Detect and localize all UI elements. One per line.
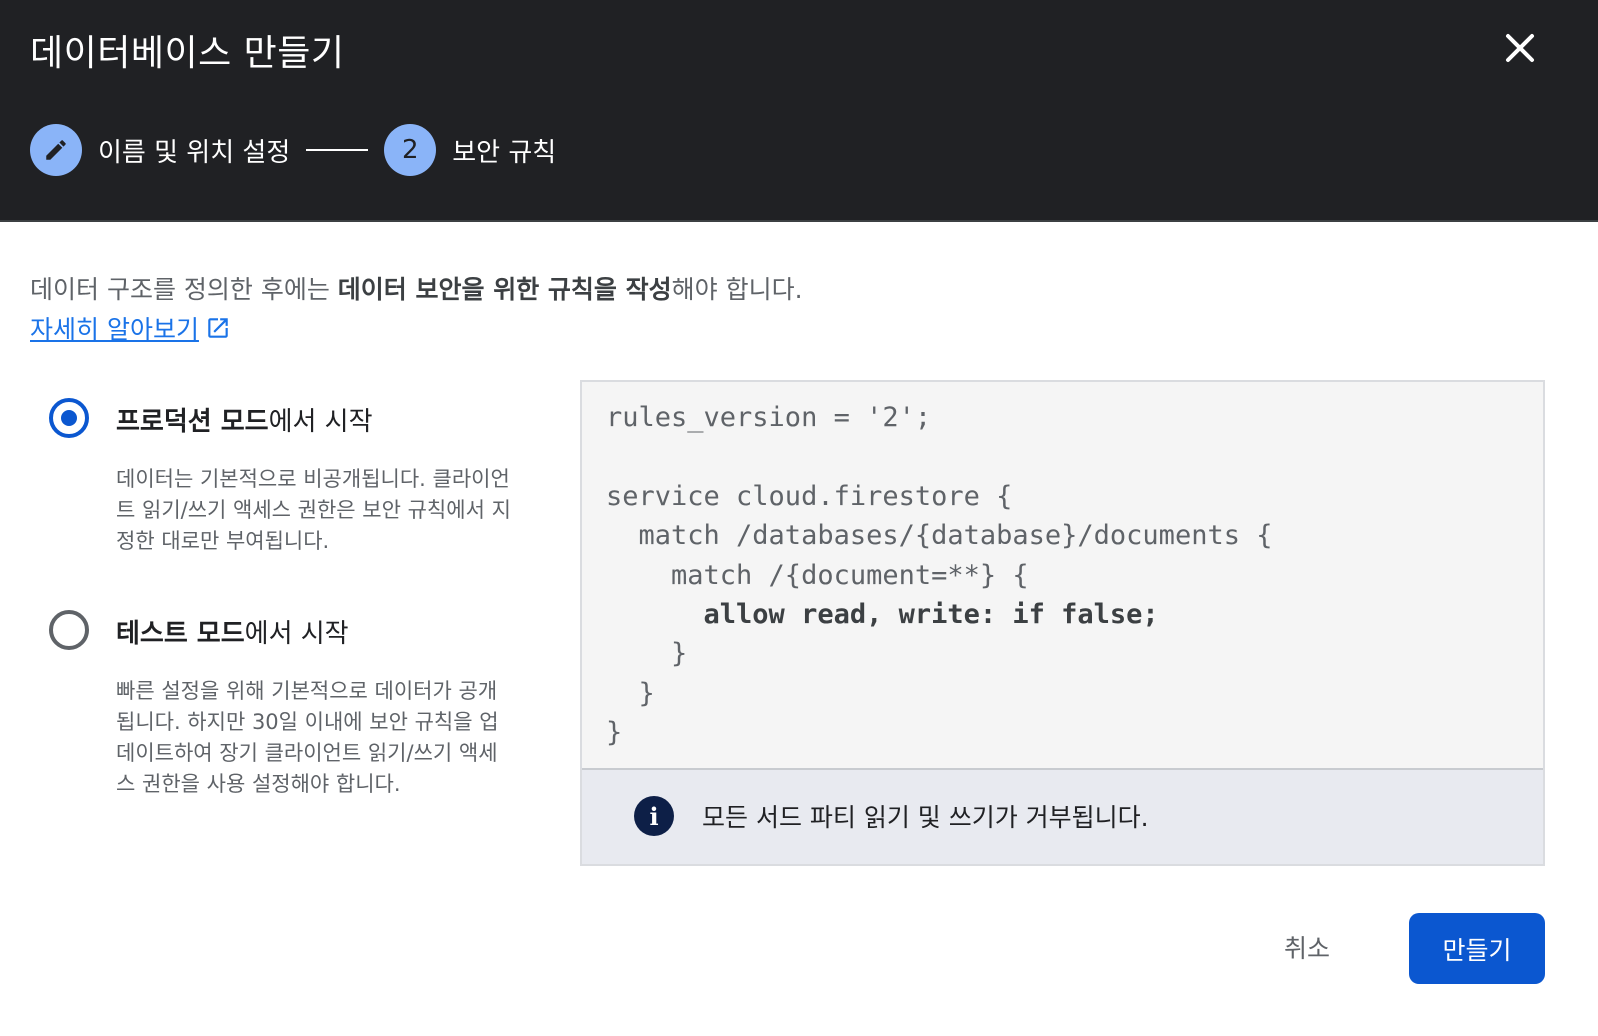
code-line: match /{document=**} { bbox=[606, 559, 1029, 591]
production-mode-radio[interactable] bbox=[49, 398, 89, 438]
info-icon: i bbox=[634, 796, 674, 836]
close-icon bbox=[1506, 34, 1534, 62]
code-line-bold: allow read, write: if false; bbox=[606, 599, 1159, 631]
code-line: match /databases/{database}/documents { bbox=[606, 520, 1273, 552]
close-button[interactable] bbox=[1498, 26, 1542, 70]
learn-more-label: 자세히 알아보기 bbox=[30, 315, 199, 344]
info-text: 모든 서드 파티 읽기 및 쓰기가 거부됩니다. bbox=[702, 803, 1149, 832]
dialog-title: 데이터베이스 만들기 bbox=[30, 33, 345, 74]
test-mode-description: 빠른 설정을 위해 기본적으로 데이터가 공개됩니다. 하지만 30일 이내에 … bbox=[116, 679, 499, 796]
code-line: } bbox=[606, 638, 688, 670]
test-mode-title[interactable]: 테스트 모드에서 시작 bbox=[116, 613, 349, 650]
learn-more-link[interactable]: 자세히 알아보기 bbox=[30, 310, 231, 346]
code-line: service cloud.firestore { bbox=[606, 480, 1013, 512]
step-2-label: 보안 규칙 bbox=[452, 137, 557, 168]
radio-dot bbox=[61, 410, 77, 426]
info-banner: i 모든 서드 파티 읽기 및 쓰기가 거부됩니다. bbox=[582, 768, 1543, 864]
production-mode-description: 데이터는 기본적으로 비공개됩니다. 클라이언트 읽기/쓰기 액세스 권한은 보… bbox=[116, 467, 511, 553]
intro-bold: 데이터 보안을 위한 규칙을 작성 bbox=[337, 275, 672, 304]
dialog-header: 데이터베이스 만들기 이름 및 위치 설정 2 보안 규칙 bbox=[0, 0, 1598, 222]
cancel-button[interactable]: 취소 bbox=[1264, 915, 1350, 979]
code-line: } bbox=[606, 717, 623, 749]
code-line: } bbox=[606, 677, 655, 709]
code-line: rules_version = '2'; bbox=[606, 402, 932, 433]
create-button[interactable]: 만들기 bbox=[1409, 913, 1545, 984]
intro-text: 데이터 구조를 정의한 후에는 데이터 보안을 위한 규칙을 작성해야 합니다. bbox=[30, 275, 803, 304]
stepper: 이름 및 위치 설정 2 보안 규칙 bbox=[30, 124, 556, 176]
step-1-label: 이름 및 위치 설정 bbox=[98, 137, 291, 168]
open-in-new-icon bbox=[208, 318, 228, 338]
step-2-circle: 2 bbox=[384, 124, 437, 176]
test-mode-radio[interactable] bbox=[49, 610, 89, 650]
production-mode-title[interactable]: 프로덕션 모드에서 시작 bbox=[116, 401, 373, 438]
pencil-icon bbox=[46, 140, 66, 160]
rules-code: rules_version = '2'; service cloud.fires… bbox=[606, 398, 1272, 753]
step-connector bbox=[306, 149, 369, 151]
rules-preview: rules_version = '2'; service cloud.fires… bbox=[580, 380, 1545, 866]
step-1-circle bbox=[30, 124, 82, 176]
